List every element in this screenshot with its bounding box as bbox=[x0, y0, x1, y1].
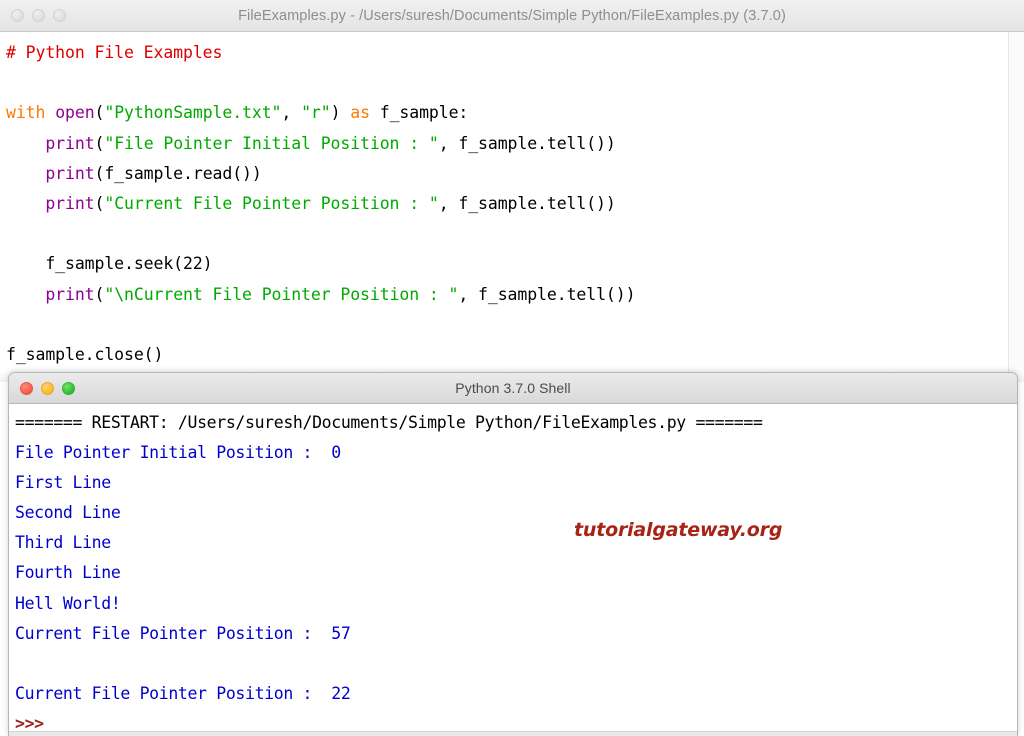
watermark: tutorialgateway.org bbox=[574, 519, 783, 541]
zoom-icon[interactable] bbox=[62, 381, 75, 395]
shell-line-output: File Pointer Initial Position : 0 bbox=[15, 443, 341, 463]
shell-output-area[interactable]: ======= RESTART: /Users/suresh/Documents… bbox=[9, 404, 1017, 736]
shell-line-output: First Line bbox=[15, 473, 111, 493]
shell-title: Python 3.7.0 Shell bbox=[455, 380, 571, 396]
shell-line-output: Current File Pointer Position : 57 bbox=[15, 623, 351, 643]
code-token-plain: ( bbox=[94, 103, 105, 123]
code-token-plain: , f_sample.tell()) bbox=[438, 133, 616, 153]
code-token-plain: f_sample.seek(22) bbox=[6, 254, 213, 274]
editor-code-area[interactable]: # Python File Examples with open("Python… bbox=[0, 32, 1024, 382]
zoom-icon[interactable] bbox=[53, 9, 66, 22]
shell-window: Python 3.7.0 Shell ======= RESTART: /Use… bbox=[8, 372, 1018, 736]
code-token-plain: ( bbox=[94, 194, 105, 214]
code-token-string: "Current File Pointer Position : " bbox=[104, 194, 439, 214]
minimize-icon[interactable] bbox=[32, 9, 45, 22]
code-token-string: "PythonSample.txt" bbox=[104, 103, 282, 123]
shell-line-output: Second Line bbox=[15, 503, 121, 523]
source-code[interactable]: # Python File Examples with open("Python… bbox=[0, 32, 1024, 370]
code-token-builtin: print bbox=[45, 284, 95, 304]
code-token-plain: , bbox=[281, 103, 302, 123]
code-token-plain: f_sample.close() bbox=[6, 345, 164, 365]
code-token-string: "r" bbox=[301, 103, 331, 123]
shell-window-controls bbox=[9, 381, 75, 395]
shell-bottom-edge bbox=[9, 731, 1017, 736]
code-token-plain: ( bbox=[94, 284, 105, 304]
shell-line-output: Fourth Line bbox=[15, 563, 121, 583]
code-token-keyword: as bbox=[350, 103, 370, 123]
code-token-plain: (f_sample.read()) bbox=[94, 163, 262, 183]
shell-titlebar[interactable]: Python 3.7.0 Shell bbox=[9, 373, 1017, 404]
shell-line-output: Current File Pointer Position : 22 bbox=[15, 683, 351, 703]
screen: FileExamples.py - /Users/suresh/Document… bbox=[0, 0, 1024, 736]
shell-line-restart: ======= RESTART: /Users/suresh/Documents… bbox=[15, 413, 763, 432]
code-token-plain: , f_sample.tell()) bbox=[458, 284, 636, 304]
shell-output[interactable]: ======= RESTART: /Users/suresh/Documents… bbox=[9, 404, 1017, 736]
editor-titlebar[interactable]: FileExamples.py - /Users/suresh/Document… bbox=[0, 0, 1024, 32]
code-token-builtin: print bbox=[45, 163, 95, 183]
editor-window: FileExamples.py - /Users/suresh/Document… bbox=[0, 0, 1024, 382]
code-token-string: "File Pointer Initial Position : " bbox=[104, 133, 439, 153]
code-token-keyword: with bbox=[6, 103, 46, 123]
code-token-plain: , f_sample.tell()) bbox=[438, 194, 616, 214]
code-token-builtin: print bbox=[45, 194, 95, 214]
code-token-plain: ( bbox=[94, 133, 105, 153]
close-icon[interactable] bbox=[20, 381, 33, 395]
minimize-icon[interactable] bbox=[41, 381, 54, 395]
code-token-builtin: print bbox=[45, 133, 95, 153]
close-icon[interactable] bbox=[11, 9, 24, 22]
shell-line-output: Third Line bbox=[15, 533, 111, 553]
code-token-plain: ) bbox=[330, 103, 351, 123]
code-token-plain: f_sample: bbox=[369, 103, 469, 123]
code-token-builtin: open bbox=[55, 103, 95, 123]
code-token-string: "\nCurrent File Pointer Position : " bbox=[104, 284, 459, 304]
code-token-comment: # Python File Examples bbox=[6, 43, 223, 62]
editor-title: FileExamples.py - /Users/suresh/Document… bbox=[238, 7, 786, 24]
shell-line-output: Hell World! bbox=[15, 593, 121, 613]
editor-vertical-scrollbar[interactable] bbox=[1008, 32, 1024, 382]
editor-window-controls bbox=[0, 9, 66, 22]
